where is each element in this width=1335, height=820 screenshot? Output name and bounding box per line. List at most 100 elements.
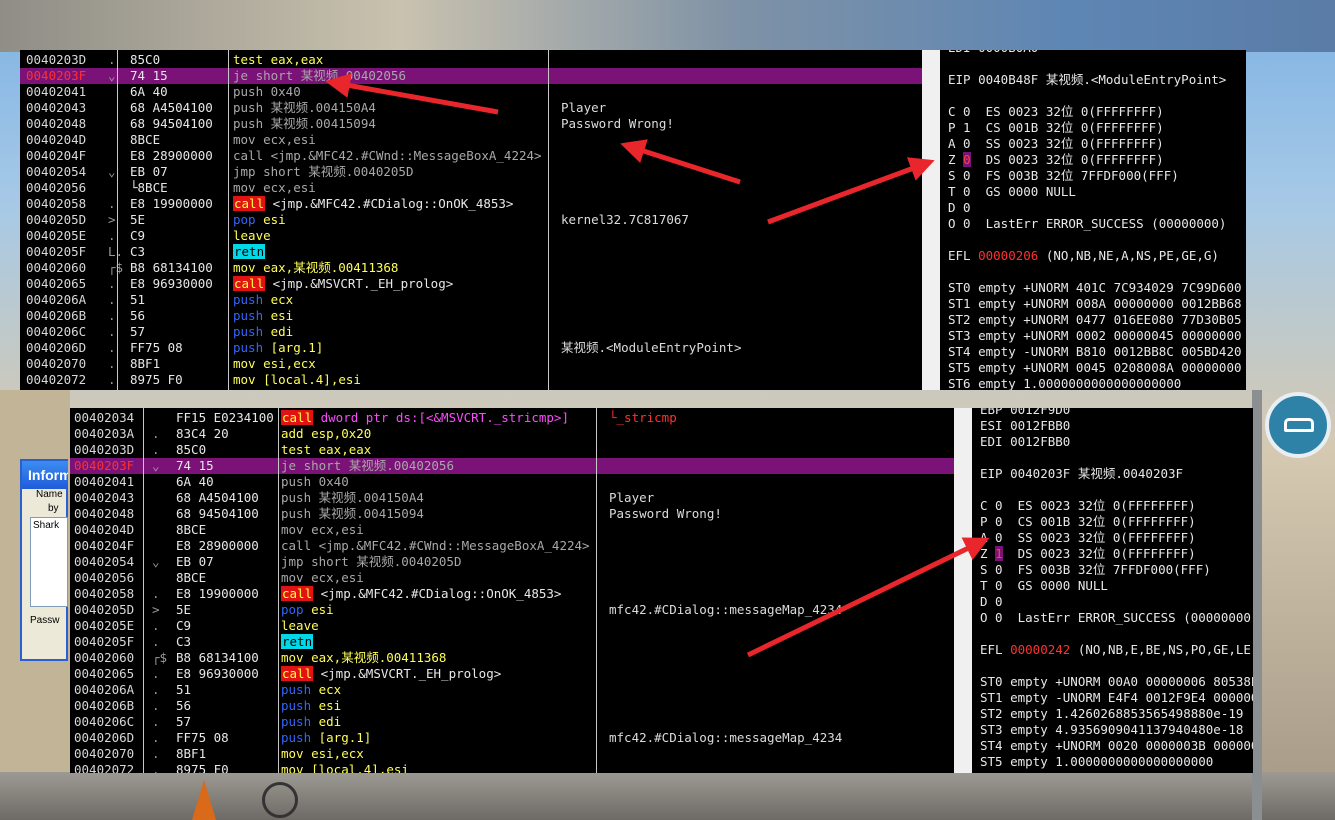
hex-bytes-cell: 5E [130,212,146,227]
register-row[interactable]: C 0 ES 0023 32位 0(FFFFFFFF) [948,104,1164,120]
disasm-row[interactable]: 00402065. E8 96930000 call <jmp.&MSVCRT._E… [70,666,954,682]
disasm-row[interactable]: 0040206A. 51 push ecx [20,292,922,308]
zero-flag-value[interactable]: 1 [995,546,1003,561]
vertical-scrollbar[interactable] [922,50,940,390]
register-row[interactable]: ESI 0012FBB0 [980,418,1070,434]
disasm-row[interactable]: 00402043 68 A4504100 push 某视频.004150A4 Play… [70,490,954,506]
disasm-row[interactable]: 00402056 └8BCE mov ecx,esi [20,180,922,196]
disasm-row[interactable]: 0040206D. FF75 08 push [arg.1] mfc42.#CDial… [70,730,954,746]
register-row[interactable]: A 0 SS 0023 32位 0(FFFFFFFF) [980,530,1196,546]
register-row[interactable]: O 0 LastErr ERROR_SUCCESS (00000000) [980,610,1253,626]
register-row[interactable]: EIP 0040203F 某视频.0040203F [980,466,1183,482]
register-row[interactable]: P 1 CS 001B 32位 0(FFFFFFFF) [948,120,1164,136]
disasm-row[interactable]: 00402041 6A 40 push 0x40 [20,84,922,100]
disasm-row[interactable]: 00402048 68 94504100 push 某视频.00415094 Pass… [70,506,954,522]
disasm-row[interactable]: 00402034 FF15 E0234100 call dword ptr ds:[… [70,410,954,426]
disasm-row[interactable]: 0040203D. 85C0 test eax,eax [20,52,922,68]
hex-bytes-cell: 51 [130,292,146,307]
register-row[interactable]: Z 0 DS 0023 32位 0(FFFFFFFF) [948,152,1164,168]
register-row[interactable]: ST3 empty 4.9356909041137940480e-18 [980,722,1243,738]
register-row[interactable]: ST1 empty +UNORM 008A 00000000 0012BB68 [948,296,1242,312]
register-row[interactable]: ST4 empty -UNORM B810 0012BB8C 005BD420 [948,344,1242,360]
disasm-row[interactable]: 0040205E. C9 leave [70,618,954,634]
register-row[interactable]: EFL 00000206 (NO,NB,NE,A,NS,PE,GE,G) [948,248,1219,264]
disasm-row[interactable]: 0040206C. 57 push edi [70,714,954,730]
register-row[interactable]: ST3 empty +UNORM 0002 00000045 00000000 [948,328,1242,344]
disasm-row[interactable]: 0040204F E8 28900000 call <jmp.&MFC42.#CWn… [20,148,922,164]
disasm-row[interactable]: 0040205F. C3 retn [70,634,954,650]
disasm-row[interactable]: 00402043 68 A4504100 push 某视频.004150A4 Play… [20,100,922,116]
register-row[interactable]: EDI 0000B0A0 [948,50,1038,56]
hex-bytes-cell: 8975 F0 [176,762,229,773]
register-row[interactable]: Z 1 DS 0023 32位 0(FFFFFFFF) [980,546,1196,562]
disasm-row[interactable]: 0040206A. 51 push ecx [70,682,954,698]
disasm-row[interactable]: 00402065. E8 96930000 call <jmp.&MSVCRT._E… [20,276,922,292]
disasm-row[interactable]: 0040204D 8BCE mov ecx,esi [70,522,954,538]
address-cell: 00402072 [26,372,87,387]
disasm-row[interactable]: 0040205D >5E pop esi kernel32.7C817067 [20,212,922,228]
register-row[interactable]: T 0 GS 0000 NULL [980,578,1108,594]
disasm-row[interactable]: 0040205F L. C3 retn [20,244,922,260]
register-row[interactable]: C 0 ES 0023 32位 0(FFFFFFFF) [980,498,1196,514]
registers-pane[interactable]: EDI 0000B0A0 EIP 0040B48F 某视频.<ModuleEntr… [940,50,1246,390]
register-row[interactable]: ST6 empty 1.0000000000000000000 [980,770,1213,773]
register-row[interactable]: EBP 0012F9D0 [980,408,1070,418]
disasm-row[interactable]: 00402072. 8975 F0 mov [local.4],esi [20,372,922,388]
register-row[interactable]: S 0 FS 003B 32位 7FFDF000(FFF) [948,168,1179,184]
register-row[interactable]: ST0 empty +UNORM 00A0 00000006 80538E56 [980,674,1253,690]
register-row[interactable]: ST2 empty +UNORM 0477 016EE080 77D30B05 [948,312,1242,328]
register-row[interactable]: D 0 [948,200,971,216]
instruction-cell: push [arg.1] [281,730,372,745]
register-row[interactable]: O 0 LastErr ERROR_SUCCESS (00000000) [948,216,1226,232]
eflags-value[interactable]: 00000206 [978,248,1038,263]
disassembly-pane[interactable]: 0040203D. 85C0 test eax,eax 0040203F ⌄ 74 15 j… [20,50,922,390]
disassembly-pane[interactable]: 00402034 FF15 E0234100 call dword ptr ds:[… [70,408,954,773]
disasm-row[interactable]: 00402070. 8BF1 mov esi,ecx [70,746,954,762]
disasm-row[interactable]: 0040206B. 56 push esi [20,308,922,324]
register-row[interactable]: D 0 [980,594,1003,610]
register-row[interactable]: ST6 empty 1.0000000000000000000 [948,376,1181,390]
disasm-row[interactable]: 00402058. E8 19900000 call <jmp.&MFC42.#CD… [70,586,954,602]
disasm-row[interactable]: 0040203F ⌄ 74 15 je short 某视频.00402056 [20,68,922,84]
disasm-row[interactable]: 0040205E. C9 leave [20,228,922,244]
disasm-row[interactable]: 00402056 8BCE mov ecx,esi [70,570,954,586]
disasm-row[interactable]: 00402048 68 94504100 push 某视频.00415094 Pass… [20,116,922,132]
disasm-row[interactable]: 0040206B. 56 push esi [70,698,954,714]
disasm-row[interactable]: 0040203D. 85C0 test eax,eax [70,442,954,458]
disasm-row[interactable]: 0040204F E8 28900000 call <jmp.&MFC42.#CWn… [70,538,954,554]
vertical-scrollbar[interactable] [954,408,972,773]
zero-flag-value[interactable]: 0 [963,152,971,167]
register-row[interactable]: ST0 empty +UNORM 401C 7C934029 7C99D600 [948,280,1242,296]
disasm-row[interactable]: 00402072. 8975 F0 mov [local.4],esi [70,762,954,773]
eflags-value[interactable]: 00000242 [1010,642,1070,657]
disasm-row[interactable]: 0040204D 8BCE mov ecx,esi [20,132,922,148]
disasm-row[interactable]: 00402060 ┌$ B8 68134100 mov eax,某视频.0041136… [20,260,922,276]
disasm-row[interactable]: 0040203A. 83C4 20 add esp,0x20 [70,426,954,442]
disasm-row[interactable]: 0040206D. FF75 08 push [arg.1] 某视频.<ModuleE… [20,340,922,356]
disasm-row[interactable]: 00402058. E8 19900000 call <jmp.&MFC42.#CD… [20,196,922,212]
register-row[interactable]: EDI 0012FBB0 [980,434,1070,450]
disasm-row[interactable]: 00402041 6A 40 push 0x40 [70,474,954,490]
register-row[interactable]: ST2 empty 1.4260268853565498880e-19 [980,706,1243,722]
register-row[interactable]: ST1 empty -UNORM E4F4 0012F9E4 00000000 [980,690,1253,706]
register-row[interactable]: EFL 00000242 (NO,NB,E,BE,NS,PO,GE,LE) [980,642,1253,658]
disasm-row[interactable]: 00402054 ⌄ EB 07 jmp short 某视频.0040205D [70,554,954,570]
register-row[interactable]: P 0 CS 001B 32位 0(FFFFFFFF) [980,514,1196,530]
disasm-row[interactable]: 0040205D >5E pop esi mfc42.#CDialog::messag… [70,602,954,618]
disasm-row[interactable]: 00402054 ⌄ EB 07 jmp short 某视频.0040205D [20,164,922,180]
name-list-box[interactable]: Shark [30,517,68,607]
register-row[interactable]: T 0 GS 0000 NULL [948,184,1076,200]
disasm-row[interactable]: 0040203F ⌄ 74 15 je short 某视频.00402056 [70,458,954,474]
register-row[interactable]: A 0 SS 0023 32位 0(FFFFFFFF) [948,136,1164,152]
register-row[interactable]: EIP 0040B48F 某视频.<ModuleEntryPoint> [948,72,1226,88]
register-row[interactable]: ST5 empty 1.0000000000000000000 [980,754,1213,770]
register-row[interactable]: ST5 empty +UNORM 0045 0208008A 00000000 [948,360,1242,376]
disasm-row[interactable]: 00402070. 8BF1 mov esi,ecx [20,356,922,372]
register-row[interactable]: S 0 FS 003B 32位 7FFDF000(FFF) [980,562,1211,578]
disasm-row[interactable]: 00402060 ┌$ B8 68134100 mov eax,某视频.0041136… [70,650,954,666]
register-row[interactable]: ST4 empty +UNORM 0020 0000003B 00000000 [980,738,1253,754]
registers-pane[interactable]: EBP 0012F9D0 ESI 0012FBB0 EDI 0012FBB0 EIP … [972,408,1253,773]
info-dialog-window[interactable]: Information Name by Shark Passw [20,459,68,661]
instruction-cell: je short 某视频.00402056 [281,458,454,473]
disasm-row[interactable]: 0040206C. 57 push edi [20,324,922,340]
